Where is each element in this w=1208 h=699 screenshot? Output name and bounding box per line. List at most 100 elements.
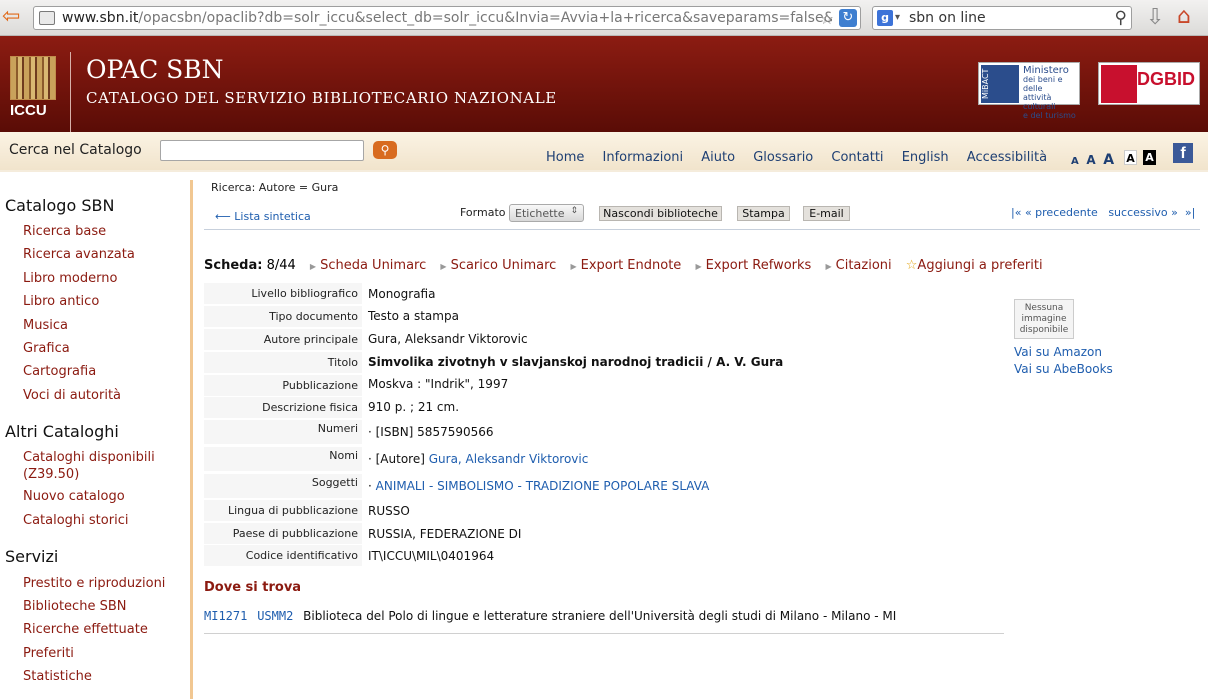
last-record-button[interactable]: »| [1185,206,1195,219]
nav-english[interactable]: English [902,150,949,165]
font-medium-button[interactable]: A [1086,153,1095,167]
font-large-button[interactable]: A [1103,152,1114,168]
sidebar-item-statistiche[interactable]: Statistiche [23,669,92,684]
sidebar-item-voci-autorita[interactable]: Voci di autorità [23,388,121,403]
engine-dropdown-icon[interactable]: ▾ [895,12,900,23]
sidebar-item-musica[interactable]: Musica [23,318,68,333]
sidebar-item-prestito[interactable]: Prestito e riproduzioni [23,576,165,591]
soggetti-prefix: · [368,479,376,493]
title-value: Simvolika zivotnyh v slavjanskoj narodno… [368,355,783,369]
sidebar-item-grafica[interactable]: Grafica [23,341,70,356]
breadcrumb: Ricerca: Autore = Gura [211,181,339,194]
url-text[interactable]: www.sbn.it/opacsbn/opaclib?db=solr_iccu&… [62,10,832,26]
nav-informazioni[interactable]: Informazioni [603,150,684,165]
iccu-logo-image [10,56,56,100]
no-image-placeholder: Nessuna immagine disponibile [1014,299,1074,339]
high-contrast-button[interactable]: A [1143,150,1156,165]
sidebar-item-cataloghi-disponibili[interactable]: Cataloghi disponibili [23,450,155,465]
dgbid-logo-text: DGBID [1137,69,1195,89]
select-arrows-icon: ⇕ [570,206,578,216]
nav-accessibilita[interactable]: Accessibilità [967,150,1047,165]
citazioni-link[interactable]: ▶ Citazioni [825,258,891,273]
library-code-link[interactable]: USMM2 [257,609,293,623]
scheda-unimarc-link[interactable]: ▶ Scheda Unimarc [310,258,426,273]
field-label: Tipo documento [204,306,362,327]
sidebar-item-libro-moderno[interactable]: Libro moderno [23,271,117,286]
sidebar-item-ricerca-base[interactable]: Ricerca base [23,224,106,239]
add-favorite-link[interactable]: ☆Aggiungi a preferiti [906,258,1043,273]
iccu-logo[interactable]: ICCU [10,56,58,120]
sidebar-item-z3950[interactable]: (Z39.50) [23,467,79,482]
next-arrow-icon[interactable]: » [1171,206,1178,219]
sidebar-item-ricerca-avanzata[interactable]: Ricerca avanzata [23,247,135,262]
author-name-link[interactable]: Gura, Aleksandr Viktorovic [429,452,589,466]
subject-link[interactable]: ANIMALI - SIMBOLISMO - TRADIZIONE POPOLA… [376,479,710,493]
first-record-button[interactable]: |« [1011,206,1021,219]
nav-contatti[interactable]: Contatti [831,150,883,165]
prev-arrow-icon[interactable]: « [1025,206,1032,219]
back-arrow-icon[interactable]: ⇦ [2,6,28,28]
scarico-unimarc-link[interactable]: ▶ Scarico Unimarc [440,258,556,273]
field-value: Testo a stampa [368,309,459,323]
sidebar-item-libro-antico[interactable]: Libro antico [23,294,99,309]
browser-search-query[interactable]: sbn on line [909,10,986,26]
library-code-link[interactable]: MI1271 [204,609,247,623]
bullet-arrow-icon: ▶ [570,262,577,271]
bookmark-star-icon[interactable]: ☆ [820,9,834,28]
mibac-line: dei beni e delle [1023,75,1063,93]
url-host: www.sbn.it [62,10,139,26]
sidebar-item-cartografia[interactable]: Cartografia [23,364,96,379]
reload-icon[interactable]: ↻ [839,9,857,27]
prev-record-link[interactable]: precedente [1035,206,1098,219]
sidebar-heading-catalogo: Catalogo SBN [5,196,115,215]
field-value: 910 p. ; 21 cm. [368,400,460,414]
sidebar-item-nuovo-catalogo[interactable]: Nuovo catalogo [23,489,125,504]
no-image-line: Nessuna [1024,303,1064,313]
field-label: Nomi [204,447,362,471]
hide-libraries-button[interactable]: Nascondi biblioteche [599,206,722,221]
nav-home[interactable]: Home [546,150,584,165]
amazon-link[interactable]: Vai su Amazon [1014,345,1102,359]
field-label: Soggetti [204,474,362,498]
nav-aiuto[interactable]: Aiuto [701,150,735,165]
print-button[interactable]: Stampa [737,206,790,221]
export-refworks-link[interactable]: ▶ Export Refworks [695,258,811,273]
citazioni-label: Citazioni [835,258,892,273]
dgbid-logo[interactable]: DGBID [1098,62,1200,105]
mibac-logo[interactable]: MiBACT Ministero dei beni e delle attivi… [978,62,1080,120]
sidebar-item-ricerche-effettuate[interactable]: Ricerche effettuate [23,622,148,637]
sidebar-item-biblioteche[interactable]: Biblioteche SBN [23,599,126,614]
export-endnote-link[interactable]: ▶ Export Endnote [570,258,681,273]
sidebar-item-cataloghi-storici[interactable]: Cataloghi storici [23,513,128,528]
font-small-button[interactable]: A [1071,156,1079,167]
address-bar[interactable]: www.sbn.it/opacsbn/opaclib?db=solr_iccu&… [33,6,861,30]
field-label: Lingua di pubblicazione [204,500,362,521]
format-select[interactable]: Etichette ⇕ [509,204,584,222]
no-image-line: disponibile [1019,325,1069,335]
nav-links: Home Informazioni Aiuto Glossario Contat… [546,150,1061,165]
browser-search-box[interactable]: g ▾ sbn on line ⚲ [872,6,1132,30]
field-label: Livello bibliografico [204,283,362,304]
abebooks-link[interactable]: Vai su AbeBooks [1014,362,1113,376]
sidebar-item-preferiti[interactable]: Preferiti [23,646,74,661]
site-title: OPAC SBN [86,55,224,84]
home-icon[interactable]: ⌂ [1177,4,1191,29]
email-button[interactable]: E-mail [803,206,850,221]
facebook-icon[interactable]: f [1173,143,1193,163]
normal-contrast-button[interactable]: A [1124,150,1137,165]
search-engine-icon[interactable]: g [877,10,893,26]
search-icon[interactable]: ⚲ [1115,8,1127,28]
star-icon: ☆ [905,258,918,273]
search-button[interactable]: ⚲ [373,141,397,159]
catalog-search-input[interactable] [160,140,364,161]
download-icon[interactable]: ⇩ [1146,5,1164,30]
field-label: Autore principale [204,329,362,350]
next-record-link[interactable]: successivo [1108,206,1167,219]
field-label: Titolo [204,352,362,373]
field-label: Paese di pubblicazione [204,523,362,544]
bullet-arrow-icon: ▶ [695,262,702,271]
back-to-list-link[interactable]: ⟵ Lista sintetica [215,210,311,223]
catalog-search-label: Cerca nel Catalogo [9,142,142,158]
record-pager: |« « precedente successivo » »| [1011,206,1195,219]
nav-glossario[interactable]: Glossario [753,150,813,165]
